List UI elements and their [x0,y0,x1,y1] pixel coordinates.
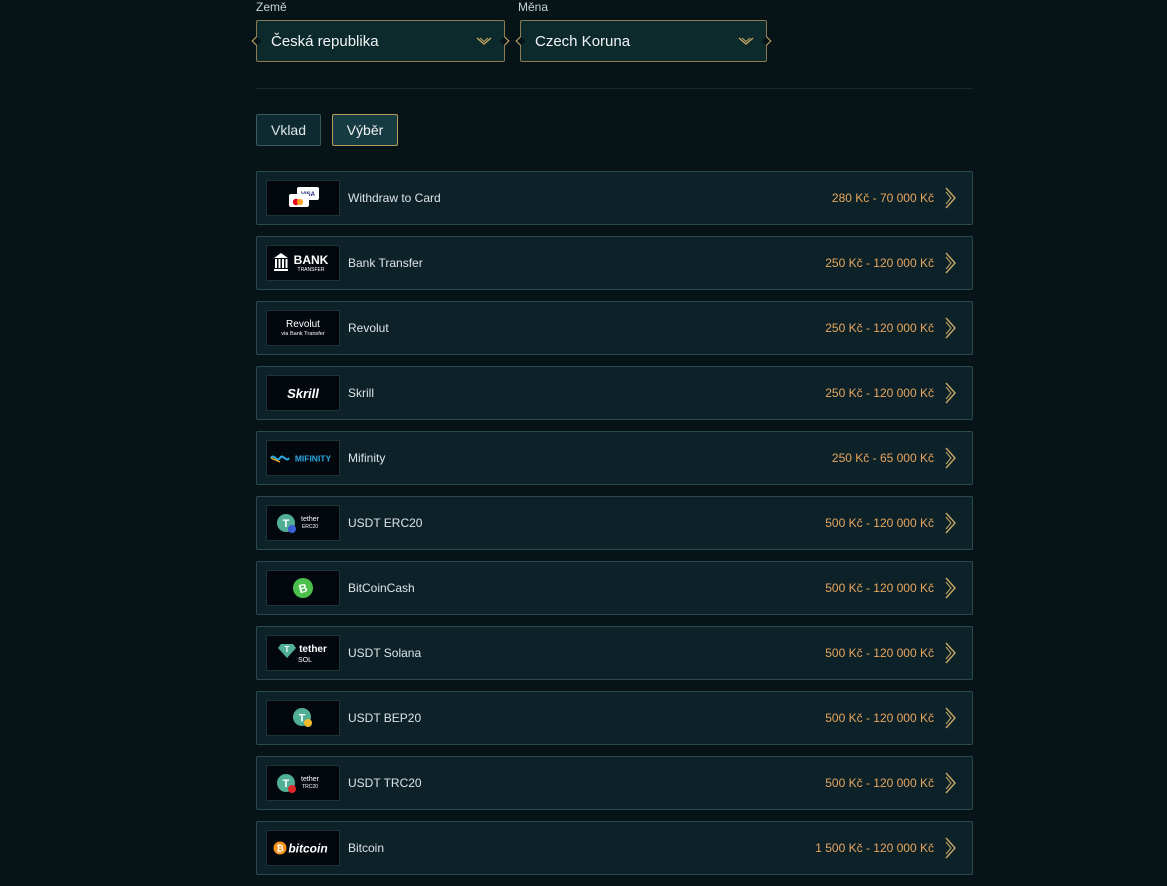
method-name: Mifinity [348,451,386,465]
method-name: Revolut [348,321,389,335]
mifinity-logo: MIFINITY [266,440,340,476]
chevron-right-icon [945,187,956,209]
tether-logo-text: tether [299,644,327,655]
currency-select[interactable]: Czech Koruna [520,20,767,62]
method-name: Bitcoin [348,841,385,855]
payment-method-bank-transfer[interactable]: BANK TRANSFER Bank Transfer 250 Kč - 120… [256,236,973,290]
tether-trc20-logo: T tether TRC20 [266,765,340,801]
method-limits: 250 Kč - 120 000 Kč [825,256,934,270]
method-limits: 500 Kč - 120 000 Kč [825,646,934,660]
method-limits: 250 Kč - 65 000 Kč [831,451,934,465]
svg-text:T: T [285,645,290,654]
bank-logo-text: BANK [294,253,329,267]
chevron-right-icon [945,252,956,274]
chevron-right-icon [945,512,956,534]
revolut-logo-subtext: via Bank Transfer [281,331,325,337]
method-name: USDT Solana [348,646,422,660]
method-name: Skrill [348,386,374,400]
method-limits: 500 Kč - 120 000 Kč [825,516,934,530]
tether-bep20-logo: T [266,700,340,736]
method-limits: 500 Kč - 120 000 Kč [825,776,934,790]
tether-logo-text: tether [301,516,320,523]
method-limits: 280 Kč - 70 000 Kč [831,191,934,205]
country-label: Země [256,0,287,14]
tether-sol-logo: T tether SOL [266,635,340,671]
chevron-right-icon [945,837,956,859]
tether-logo-subtext: SOL [298,657,312,664]
card-icon: VISA [266,180,340,216]
tab-withdrawal[interactable]: Výběr [332,114,398,146]
currency-value: Czech Koruna [535,32,631,50]
method-name: Bank Transfer [348,256,423,270]
payment-method-list: VISA Withdraw to Card 280 Kč - 70 000 Kč [256,171,973,886]
method-limits: 500 Kč - 120 000 Kč [825,711,934,725]
payment-method-mifinity[interactable]: MIFINITY Mifinity 250 Kč - 65 000 Kč [256,431,973,485]
revolut-logo: Revolut via Bank Transfer [266,310,340,346]
chevron-right-icon [945,317,956,339]
chevron-right-icon [945,772,956,794]
bank-logo-subtext: TRANSFER [298,267,325,273]
chevron-down-icon [738,37,754,45]
payment-method-bitcoin[interactable]: ₿ bitcoin Bitcoin 1 500 Kč - 120 000 Kč [256,821,973,875]
method-limits: 250 Kč - 120 000 Kč [825,321,934,335]
chevron-down-icon [476,37,492,45]
payment-method-usdt-bep20[interactable]: T USDT BEP20 500 Kč - 120 000 Kč [256,691,973,745]
bitcoin-logo: ₿ bitcoin [266,830,340,866]
mifinity-logo-text: MIFINITY [295,454,332,464]
country-select[interactable]: Česká republika [256,20,505,62]
skrill-logo: Skrill [266,375,340,411]
currency-label: Měna [518,0,549,14]
tab-deposit[interactable]: Vklad [256,114,321,146]
method-limits: 250 Kč - 120 000 Kč [825,386,934,400]
skrill-logo-text: Skrill [287,386,319,401]
chevron-right-icon [945,577,956,599]
method-name: USDT BEP20 [348,711,422,725]
payment-method-skrill[interactable]: Skrill Skrill 250 Kč - 120 000 Kč [256,366,973,420]
method-limits: 500 Kč - 120 000 Kč [825,581,934,595]
chevron-right-icon [945,447,956,469]
bitcoin-logo-text: bitcoin [288,842,327,856]
chevron-right-icon [945,382,956,404]
method-name: USDT TRC20 [348,776,422,790]
payment-method-usdt-solana[interactable]: T tether SOL USDT Solana 500 Kč - 120 00… [256,626,973,680]
payment-method-bitcoincash[interactable]: B BitCoinCash 500 Kč - 120 000 Kč [256,561,973,615]
method-name: Withdraw to Card [348,191,441,205]
method-name: BitCoinCash [348,581,415,595]
section-divider [256,88,973,89]
tether-logo-subtext: ERC20 [302,524,318,530]
svg-text:₿: ₿ [276,844,283,854]
method-limits: 1 500 Kč - 120 000 Kč [815,841,934,855]
payment-method-usdt-trc20[interactable]: T tether TRC20 USDT TRC20 500 Kč - 120 0… [256,756,973,810]
method-name: USDT ERC20 [348,516,423,530]
country-value: Česká republika [271,32,379,50]
chevron-right-icon [945,642,956,664]
tether-erc20-logo: T tether ERC20 [266,505,340,541]
payment-method-withdraw-to-card[interactable]: VISA Withdraw to Card 280 Kč - 70 000 Kč [256,171,973,225]
tether-logo-subtext: TRC20 [302,784,318,790]
chevron-right-icon [945,707,956,729]
bank-transfer-logo: BANK TRANSFER [266,245,340,281]
tether-logo-text: tether [301,776,320,783]
payment-method-revolut[interactable]: Revolut via Bank Transfer Revolut 250 Kč… [256,301,973,355]
payment-method-usdt-erc20[interactable]: T tether ERC20 USDT ERC20 500 Kč - 120 0… [256,496,973,550]
bitcoincash-logo: B [266,570,340,606]
revolut-logo-text: Revolut [286,319,320,330]
